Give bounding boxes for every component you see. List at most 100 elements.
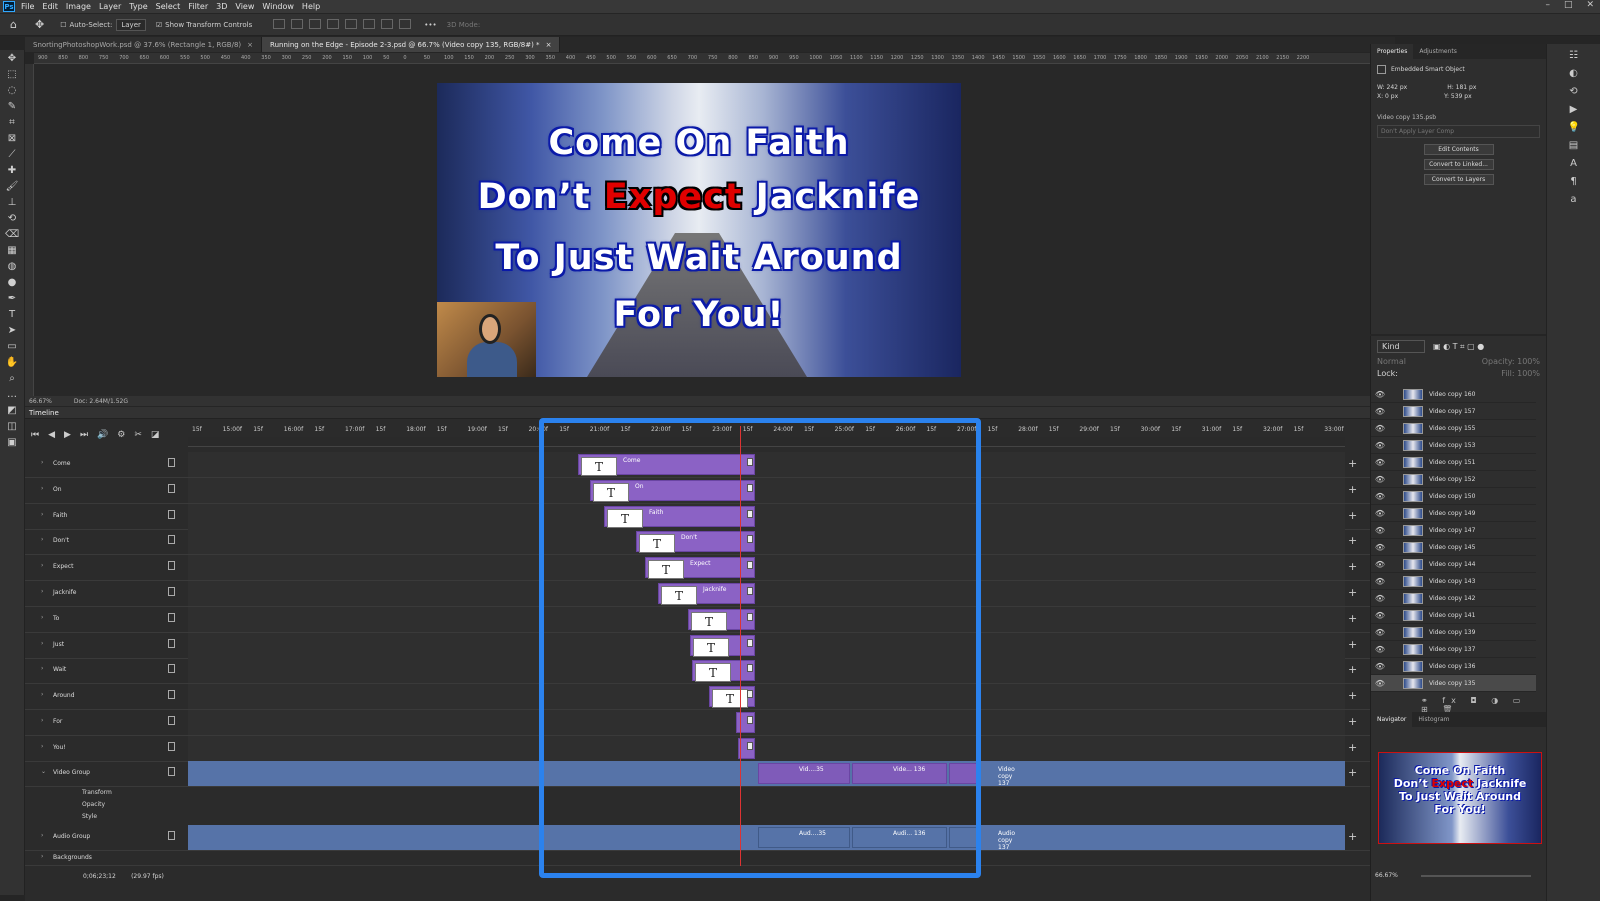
film-icon[interactable] <box>168 561 175 571</box>
document-canvas[interactable]: Come On Faith Don’t Expect Jacknife To J… <box>437 83 961 377</box>
timeline-layer-row[interactable]: › Jacknife + T Jacknife <box>25 581 1370 607</box>
add-media-icon[interactable]: + <box>1348 560 1357 573</box>
chevron-right-icon[interactable]: › <box>41 743 43 750</box>
menu-select[interactable]: Select <box>156 2 181 11</box>
stamp-tool-icon[interactable]: ⊥ <box>5 196 19 210</box>
layer-item[interactable]: 👁 Video copy 151 <box>1371 454 1536 471</box>
add-media-icon[interactable]: + <box>1348 715 1357 728</box>
more-tools-icon[interactable]: … <box>5 388 19 402</box>
maximize-icon[interactable]: □ <box>1564 0 1573 10</box>
vertical-ruler[interactable] <box>25 64 34 396</box>
eye-icon[interactable]: 👁 <box>1371 458 1389 467</box>
eye-icon[interactable]: 👁 <box>1371 560 1389 569</box>
eye-icon[interactable]: 👁 <box>1371 492 1389 501</box>
film-icon[interactable] <box>168 612 175 622</box>
timeline-layer-row[interactable]: › Just + T <box>25 632 1370 659</box>
pen-tool-icon[interactable]: ✒ <box>5 292 19 306</box>
tab-running-edge[interactable]: Running on the Edge - Episode 2-3.psd @ … <box>262 37 561 52</box>
settings-icon[interactable]: ⚙ <box>117 430 125 440</box>
clip-end-icon[interactable] <box>747 561 753 570</box>
navigator-zoom[interactable]: 66.67% <box>1375 872 1398 879</box>
layer-item[interactable]: 👁 Video copy 141 <box>1371 607 1536 624</box>
layer-track[interactable]: T <box>188 658 1345 684</box>
close-tab-icon[interactable]: × <box>247 41 253 49</box>
menu-filter[interactable]: Filter <box>188 2 208 11</box>
chevron-right-icon[interactable]: › <box>41 588 43 595</box>
type-tool-icon[interactable]: T <box>5 308 19 322</box>
film-icon[interactable] <box>168 509 175 519</box>
eye-icon[interactable]: 👁 <box>1371 543 1389 552</box>
lasso-tool-icon[interactable]: ◌ <box>5 84 19 98</box>
paragraph-icon[interactable]: ¶ <box>1568 176 1580 188</box>
chevron-right-icon[interactable]: › <box>41 717 43 724</box>
layer-item[interactable]: 👁 Video copy 136 <box>1371 658 1536 675</box>
eye-icon[interactable]: 👁 <box>1371 679 1389 688</box>
eye-icon[interactable]: 👁 <box>1371 611 1389 620</box>
layer-item[interactable]: 👁 Video copy 145 <box>1371 539 1536 556</box>
add-media-icon[interactable]: + <box>1348 689 1357 702</box>
chevron-right-icon[interactable]: › <box>41 536 43 543</box>
edit-contents-button[interactable]: Edit Contents <box>1423 144 1494 155</box>
add-media-icon[interactable]: + <box>1348 457 1357 470</box>
fill-field[interactable]: Fill: 100% <box>1501 369 1540 378</box>
menu-edit[interactable]: Edit <box>42 2 58 11</box>
timeline-layer-row[interactable]: › Wait + T <box>25 658 1370 685</box>
eye-icon[interactable]: 👁 <box>1371 628 1389 637</box>
film-icon[interactable] <box>168 741 175 751</box>
more-options-icon[interactable]: ••• <box>424 21 436 29</box>
horizontal-ruler[interactable]: 900 850 800 750 700 650 600 550 500 450 400 350 300 2… <box>34 53 1370 64</box>
glyphs-icon[interactable]: a <box>1568 194 1580 206</box>
add-media-icon[interactable]: + <box>1348 483 1357 496</box>
layer-item[interactable]: 👁 Video copy 155 <box>1371 420 1536 437</box>
audio-clip[interactable]: Audio copy 137 <box>949 827 1015 851</box>
clip-end-icon[interactable] <box>747 716 753 724</box>
text-clip[interactable]: T <box>692 660 755 683</box>
show-transform-checkbox[interactable]: ☑ <box>156 21 162 29</box>
properties-icon[interactable]: ☷ <box>1568 50 1580 62</box>
eye-icon[interactable]: 👁 <box>1371 424 1389 433</box>
zoom-tool-icon[interactable]: ⌕ <box>5 372 19 386</box>
character-icon[interactable]: A <box>1568 158 1580 170</box>
film-icon[interactable] <box>168 716 175 725</box>
timeline-layer-row[interactable]: › For + <box>25 710 1370 736</box>
convert-linked-button[interactable]: Convert to Linked... <box>1423 159 1494 170</box>
film-icon[interactable] <box>168 587 175 596</box>
layer-track[interactable] <box>188 735 1345 761</box>
menu-view[interactable]: View <box>235 2 254 11</box>
audio-group-row[interactable]: › Audio Group + Aud....35 Audi... 136 Audio c… <box>25 825 1370 851</box>
libraries-icon[interactable]: ▤ <box>1568 140 1580 152</box>
auto-select-checkbox[interactable]: ☐ <box>60 21 66 29</box>
add-media-icon[interactable]: + <box>1348 766 1357 779</box>
menu-image[interactable]: Image <box>66 2 91 11</box>
layer-track[interactable]: T <box>188 606 1345 632</box>
split-icon[interactable]: ✂ <box>134 430 142 440</box>
timeline-ruler[interactable]: 15f 15:00f 15f 16:00f 15f 17:00f 15f 18:00f 15f 1… <box>188 423 1345 437</box>
add-media-icon[interactable]: + <box>1348 663 1357 676</box>
clip-end-icon[interactable] <box>747 587 753 595</box>
video-group-track[interactable]: Vid....35 Vide... 136 Video copy 137 <box>188 761 1345 787</box>
tab-histogram[interactable]: Histogram <box>1412 716 1455 723</box>
add-media-icon[interactable]: + <box>1348 741 1357 754</box>
minimize-icon[interactable]: – <box>1545 0 1550 10</box>
layer-comp-select[interactable]: Don't Apply Layer Comp <box>1377 125 1540 138</box>
chevron-right-icon[interactable]: › <box>41 832 43 839</box>
chevron-right-icon[interactable]: › <box>41 853 43 860</box>
timeline-layer-row[interactable]: › On + T On <box>25 477 1370 504</box>
eye-icon[interactable]: 👁 <box>1371 475 1389 484</box>
opacity-field[interactable]: Opacity: 100% <box>1482 357 1540 366</box>
next-frame-icon[interactable]: ⏭ <box>80 430 88 440</box>
clip-end-icon[interactable] <box>747 690 753 699</box>
text-clip[interactable]: T Come <box>578 454 755 476</box>
layer-item[interactable]: 👁 Video copy 135 <box>1371 675 1536 692</box>
healing-tool-icon[interactable]: ✚ <box>5 164 19 178</box>
clip-end-icon[interactable] <box>747 664 753 673</box>
eye-icon[interactable]: 👁 <box>1371 577 1389 586</box>
tab-adjustments[interactable]: Adjustments <box>1413 48 1463 55</box>
layer-item[interactable]: 👁 Video copy 150 <box>1371 488 1536 505</box>
blur-tool-icon[interactable]: ◍ <box>5 260 19 274</box>
clip-end-icon[interactable] <box>747 458 753 466</box>
close-tab-icon[interactable]: × <box>546 41 552 49</box>
clip-end-icon[interactable] <box>747 509 753 518</box>
text-clip[interactable]: T <box>709 686 755 709</box>
menu-help[interactable]: Help <box>302 2 320 11</box>
